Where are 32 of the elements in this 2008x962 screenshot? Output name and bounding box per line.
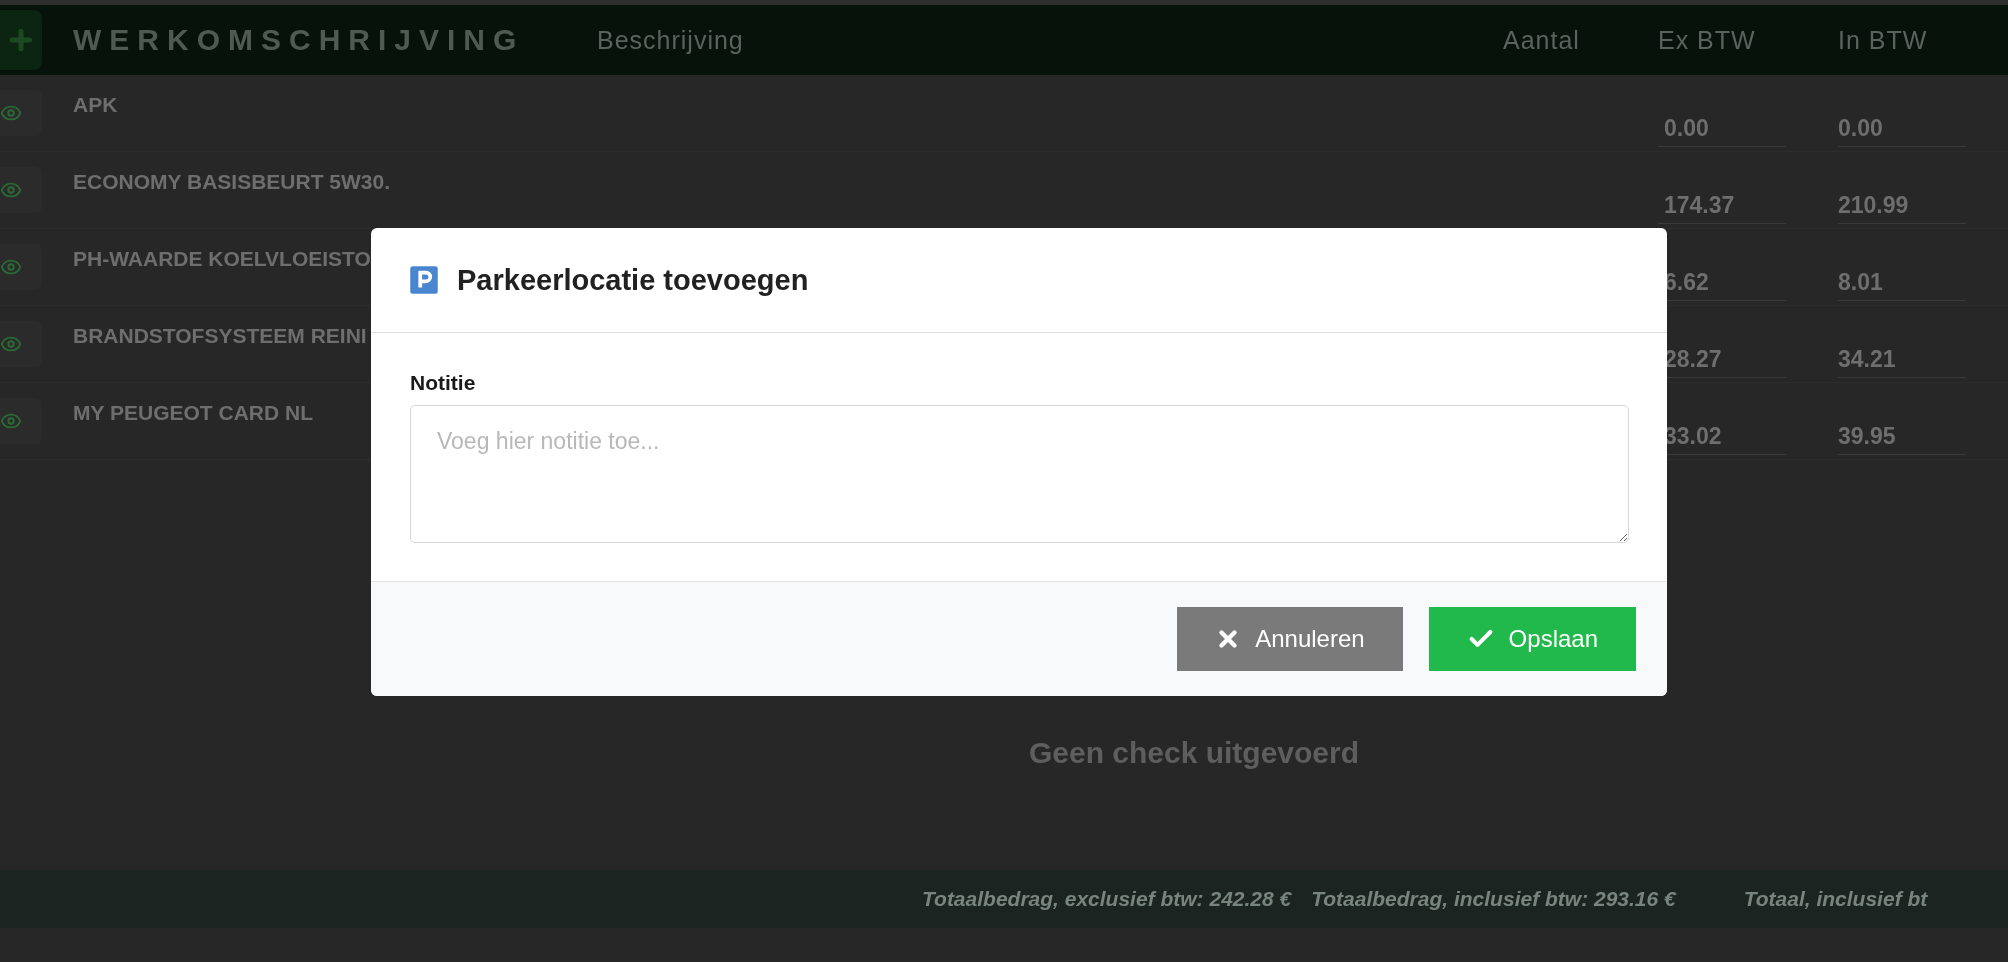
view-button[interactable] (0, 90, 42, 136)
total-text: Totaal, inclusief bt (1743, 887, 1928, 911)
price-field[interactable]: 34.21 (1838, 328, 1966, 378)
view-button[interactable] (0, 398, 42, 444)
view-button[interactable] (0, 321, 42, 367)
view-button[interactable] (0, 244, 42, 290)
column-header: In BTW (1838, 25, 1929, 55)
price-field[interactable]: 174.37 (1658, 174, 1786, 224)
price-field[interactable]: 0.00 (1838, 97, 1966, 147)
total-text: Totaalbedrag, inclusief btw: 293.16 € (1311, 887, 1676, 911)
price-field[interactable]: 8.01 (1838, 251, 1966, 301)
price-field[interactable]: 0.00 (1658, 97, 1786, 147)
column-header: Ex BTW (1658, 25, 1757, 55)
row-description: PH-WAARDE KOELVLOEISTO (73, 247, 372, 271)
price-field[interactable]: 210.99 (1838, 174, 1966, 224)
note-field[interactable]: Voeg hier notitie toe... (410, 405, 1629, 543)
total-text: Totaalbedrag, exclusief btw: 242.28 € (922, 887, 1292, 911)
view-button[interactable] (0, 167, 42, 213)
add-button[interactable] (0, 10, 42, 70)
row-description: BRANDSTOFSYSTEEM REINI (73, 324, 368, 348)
cancel-button[interactable]: Annuleren (1177, 607, 1403, 671)
save-button[interactable]: Opslaan (1428, 607, 1636, 671)
row-description: APK (73, 93, 119, 117)
column-header: Aantal (1503, 25, 1581, 55)
row-description: MY PEUGEOT CARD NL (73, 401, 314, 425)
column-header: Beschrijving (597, 25, 745, 55)
row-description: ECONOMY BASISBEURT 5W30. (73, 170, 391, 194)
section-title: WERKOMSCHRIJVING (73, 23, 526, 57)
parking-icon (409, 265, 439, 295)
field-label: Notitie (410, 371, 477, 395)
modal-title: Parkeerlocatie toevoegen (457, 263, 809, 297)
price-field[interactable]: 39.95 (1838, 405, 1966, 455)
